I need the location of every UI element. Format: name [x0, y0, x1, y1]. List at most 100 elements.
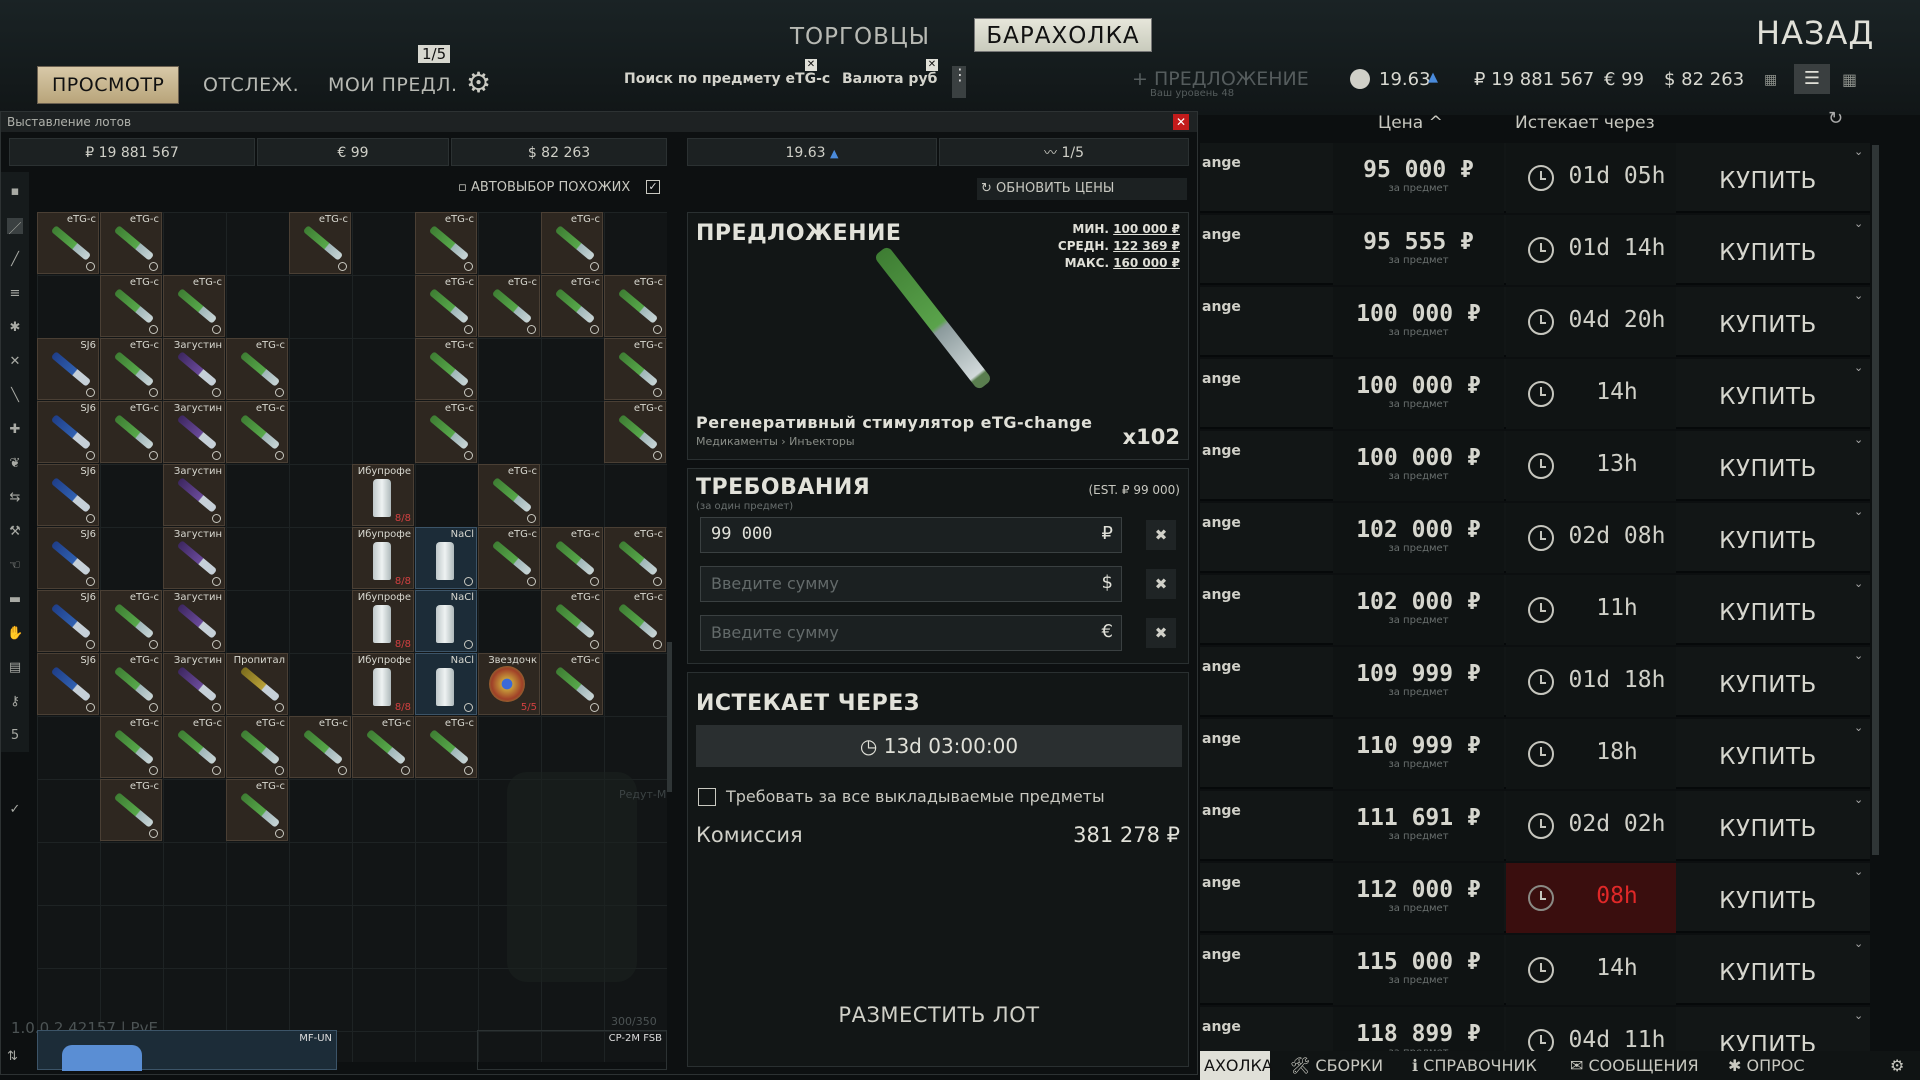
- check-icon[interactable]: ✓: [7, 802, 23, 818]
- price-max-value[interactable]: 160 000 ₽: [1113, 256, 1180, 270]
- column-expires[interactable]: Истекает через: [1515, 113, 1655, 133]
- auto-select-label[interactable]: ▫ АВТОВЫБОР ПОХОЖИХ: [458, 180, 630, 195]
- buy-button[interactable]: КУПИТЬ: [1678, 215, 1858, 285]
- inventory-item[interactable]: eTG-c: [226, 716, 288, 778]
- inventory-item[interactable]: eTG-c: [226, 401, 288, 463]
- inventory-item[interactable]: Загустин: [163, 464, 225, 526]
- inventory-item[interactable]: eTG-c: [100, 653, 162, 715]
- nav-flea[interactable]: АХОЛКА: [1200, 1051, 1273, 1080]
- price-avg-value[interactable]: 122 369 ₽: [1113, 239, 1180, 253]
- chevron-down-icon[interactable]: ⌄: [1854, 362, 1868, 374]
- inventory-item[interactable]: eTG-c: [163, 716, 225, 778]
- inventory-item[interactable]: eTG-c: [100, 212, 162, 274]
- inventory-item[interactable]: eTG-c: [478, 275, 540, 337]
- inventory-item[interactable]: eTG-c: [100, 716, 162, 778]
- sort-icon[interactable]: ⇅: [7, 1049, 18, 1064]
- inventory-item[interactable]: eTG-c: [478, 464, 540, 526]
- inventory-item[interactable]: NaCl: [415, 590, 477, 652]
- inventory-item[interactable]: eTG-c: [415, 716, 477, 778]
- column-price[interactable]: Цена ^: [1378, 113, 1443, 133]
- knife-icon[interactable]: ╱: [7, 252, 23, 268]
- rub-price-field[interactable]: 99 000 ₽: [700, 517, 1122, 553]
- medical-icon[interactable]: ✚: [7, 422, 23, 438]
- inventory-item[interactable]: SJ6: [37, 464, 99, 526]
- require-all-label[interactable]: Требовать за все выкладываемые предметы: [726, 787, 1105, 806]
- eur-price-input[interactable]: Введите сумму: [711, 623, 839, 642]
- five-icon[interactable]: 5: [7, 728, 23, 744]
- inventory-item[interactable]: Загустин: [163, 653, 225, 715]
- scrollbar[interactable]: [667, 642, 672, 792]
- glove-icon[interactable]: ✋: [7, 626, 23, 642]
- buy-button[interactable]: КУПИТЬ: [1678, 287, 1858, 357]
- settings-icon[interactable]: ⚙: [1890, 1051, 1904, 1080]
- chevron-down-icon[interactable]: ⌄: [1854, 1010, 1868, 1022]
- tab-browse[interactable]: ПРОСМОТР: [37, 66, 180, 104]
- tab-traders[interactable]: ТОРГОВЦЫ: [790, 20, 929, 54]
- all-icon[interactable]: ▪: [7, 184, 23, 200]
- filter-menu-icon[interactable]: ⋮: [952, 66, 968, 98]
- refresh-prices-button[interactable]: ↻ ОБНОВИТЬ ЦЕНЫ: [977, 178, 1187, 200]
- eur-price-field[interactable]: Введите сумму €: [700, 615, 1122, 651]
- view-list-icon[interactable]: ☰: [1794, 64, 1830, 94]
- back-button[interactable]: НАЗАД: [1756, 14, 1874, 52]
- expires-selector[interactable]: ◷ 13d 03:00:00: [696, 725, 1182, 767]
- inventory-item[interactable]: eTG-c: [163, 275, 225, 337]
- tab-my-offers[interactable]: МОИ ПРЕДЛ.: [328, 74, 458, 96]
- inventory-item[interactable]: eTG-c: [604, 338, 666, 400]
- inventory-item[interactable]: eTG-c: [289, 212, 351, 274]
- star-icon[interactable]: ✱: [7, 320, 23, 336]
- clear-usd-icon[interactable]: ✖: [1146, 569, 1176, 599]
- buy-button[interactable]: КУПИТЬ: [1678, 143, 1858, 213]
- inventory-item[interactable]: Ибупрофе 8/8: [352, 590, 414, 652]
- inventory-item[interactable]: eTG-c: [604, 590, 666, 652]
- usd-price-field[interactable]: Введите сумму $: [700, 566, 1122, 602]
- inventory-item[interactable]: Ибупрофе 8/8: [352, 464, 414, 526]
- chevron-down-icon[interactable]: ⌄: [1854, 578, 1868, 590]
- buy-button[interactable]: КУПИТЬ: [1678, 503, 1858, 573]
- nav-messages[interactable]: ✉ СООБЩЕНИЯ: [1570, 1051, 1699, 1080]
- inventory-item[interactable]: eTG-c: [415, 275, 477, 337]
- chevron-down-icon[interactable]: ⌄: [1854, 866, 1868, 878]
- nav-builds[interactable]: 🛠 СБОРКИ: [1290, 1051, 1383, 1080]
- tab-tracked[interactable]: ОТСЛЕЖ.: [203, 74, 299, 96]
- buy-button[interactable]: КУПИТЬ: [1678, 359, 1858, 429]
- inventory-item[interactable]: eTG-c: [541, 653, 603, 715]
- hand-icon[interactable]: ☜: [7, 558, 23, 574]
- cross-icon[interactable]: ✕: [7, 354, 23, 370]
- inventory-item[interactable]: eTG-c: [100, 338, 162, 400]
- inventory-item[interactable]: eTG-c: [37, 212, 99, 274]
- view-grid-large-icon[interactable]: ▦: [1842, 70, 1857, 89]
- place-offer-button[interactable]: РАЗМЕСТИТЬ ЛОТ: [696, 995, 1182, 1035]
- inventory-item[interactable]: eTG-c: [541, 527, 603, 589]
- chevron-down-icon[interactable]: ⌄: [1854, 290, 1868, 302]
- tools-icon[interactable]: ⚒: [7, 524, 23, 540]
- inventory-item[interactable]: eTG-c: [100, 275, 162, 337]
- chevron-down-icon[interactable]: ⌄: [1854, 506, 1868, 518]
- filter-chip-currency[interactable]: Валюта руб: [842, 71, 937, 87]
- inventory-item[interactable]: eTG-c: [352, 716, 414, 778]
- usd-price-input[interactable]: Введите сумму: [711, 574, 839, 593]
- helmet-item[interactable]: CP-2M FSB: [477, 1030, 667, 1070]
- inventory-item[interactable]: Загустин: [163, 338, 225, 400]
- chevron-down-icon[interactable]: ⌄: [1854, 146, 1868, 158]
- inventory-item[interactable]: SJ6: [37, 338, 99, 400]
- inventory-item[interactable]: eTG-c: [100, 590, 162, 652]
- inventory-item[interactable]: SJ6: [37, 527, 99, 589]
- tab-flea-market[interactable]: БАРАХОЛКА: [974, 18, 1152, 52]
- vest-item[interactable]: MF-UN: [37, 1030, 337, 1071]
- leaf-icon[interactable]: ❦: [7, 456, 23, 472]
- close-icon[interactable]: ✕: [1173, 114, 1189, 130]
- chevron-down-icon[interactable]: ⌄: [1854, 218, 1868, 230]
- rub-price-input[interactable]: 99 000: [711, 524, 772, 544]
- swap-icon[interactable]: ⇆: [7, 490, 23, 506]
- gear-icon[interactable]: ⚙: [466, 66, 491, 99]
- refresh-icon[interactable]: ↻: [1828, 108, 1843, 129]
- inventory-item[interactable]: Звездочк 5/5: [478, 653, 540, 715]
- inventory-item[interactable]: eTG-c: [100, 779, 162, 841]
- buy-button[interactable]: КУПИТЬ: [1678, 791, 1858, 861]
- inventory-item[interactable]: Ибупрофе 8/8: [352, 527, 414, 589]
- inventory-item[interactable]: eTG-c: [289, 716, 351, 778]
- scrollbar[interactable]: [1872, 145, 1879, 855]
- inventory-item[interactable]: Загустин: [163, 590, 225, 652]
- ammo-icon[interactable]: ≡: [7, 286, 23, 302]
